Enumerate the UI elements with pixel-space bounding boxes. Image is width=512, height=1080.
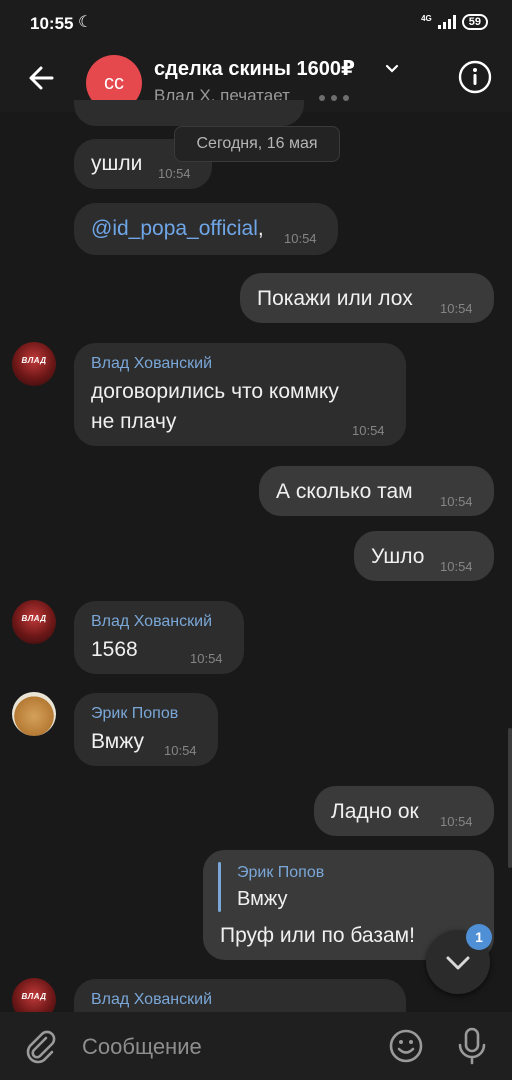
message-bubble[interactable]: Влад Хованский договорились что коммку н… [74,343,406,446]
message-time: 10:54 [440,301,473,316]
sender-name[interactable]: Влад Хованский [91,355,212,373]
typing-dots-icon [319,95,349,101]
message-text-line: договорились что коммку [91,380,339,403]
mention-link[interactable]: @id_popa_official [91,217,258,240]
status-bar: 10:55 ☾ 4G 59 [0,0,512,50]
network-label: 4G [421,14,432,23]
message-text: А сколько там [276,480,413,503]
back-arrow-icon[interactable] [24,60,60,96]
unread-badge: 1 [466,924,492,950]
message-bubble-outgoing[interactable]: Ладно ок 10:54 [314,786,494,836]
message-time: 10:54 [440,814,473,829]
message-bubble-partial [74,100,304,126]
message-text: Вмжу [91,730,144,753]
message-bubble-outgoing[interactable]: А сколько там 10:54 [259,466,494,516]
chat-title[interactable]: сделка скины 1600₽ [154,56,355,81]
date-separator: Сегодня, 16 мая [174,126,340,162]
signal-icon [437,15,456,29]
message-bubble[interactable]: Эрик Попов Вмжу 10:54 [74,693,218,766]
message-time: 10:54 [352,423,385,438]
avatar-logo-text: ВЛАД [21,614,47,623]
sender-avatar[interactable]: ВЛАД [12,342,56,386]
message-input[interactable]: Сообщение [82,1034,202,1060]
message-text: Пруф или по базам! [220,924,415,947]
message-time: 10:54 [440,494,473,509]
scrollbar[interactable] [508,728,512,868]
message-text-line: не плачу [91,410,177,433]
sender-name[interactable]: Влад Хованский [91,991,212,1009]
info-icon[interactable] [458,60,492,94]
message-bubble[interactable]: Влад Хованский 1568 10:54 [74,601,244,674]
message-text: 1568 [91,638,138,661]
moon-icon: ☾ [78,14,93,31]
battery-icon: 59 [461,14,488,30]
avatar-logo-text: ВЛАД [21,356,47,365]
emoji-icon[interactable] [388,1028,424,1064]
sender-avatar[interactable] [12,692,56,736]
message-text: @id_popa_official, [91,217,264,241]
sender-name[interactable]: Эрик Попов [91,705,178,723]
message-time: 10:54 [190,651,223,666]
message-time: 10:54 [158,166,191,181]
reply-sender-name[interactable]: Эрик Попов [237,864,324,882]
microphone-icon[interactable] [456,1026,488,1066]
message-composer: Сообщение [0,1012,512,1080]
message-text: Ладно ок [331,800,419,823]
message-bubble[interactable]: @id_popa_official, 10:54 [74,203,338,255]
attach-icon[interactable] [22,1028,58,1064]
message-text: ушли [91,152,143,175]
message-bubble-outgoing[interactable]: Ушло 10:54 [354,531,494,581]
status-icons: 4G 59 [421,14,488,30]
message-time: 10:54 [440,559,473,574]
sender-name[interactable]: Влад Хованский [91,613,212,631]
reply-text: Вмжу [237,888,288,910]
avatar-logo-text: ВЛАД [21,992,47,1001]
reply-quote-bar [218,862,221,912]
message-text-suffix: , [257,217,264,240]
status-time: 10:55 [30,14,74,33]
message-text: Покажи или лох [257,287,413,310]
sender-avatar[interactable]: ВЛАД [12,600,56,644]
message-text: Ушло [371,545,425,568]
message-time: 10:54 [284,231,317,246]
message-bubble-outgoing[interactable]: Покажи или лох 10:54 [240,273,494,323]
message-time: 10:54 [164,743,197,758]
chevron-down-icon[interactable] [384,60,400,76]
